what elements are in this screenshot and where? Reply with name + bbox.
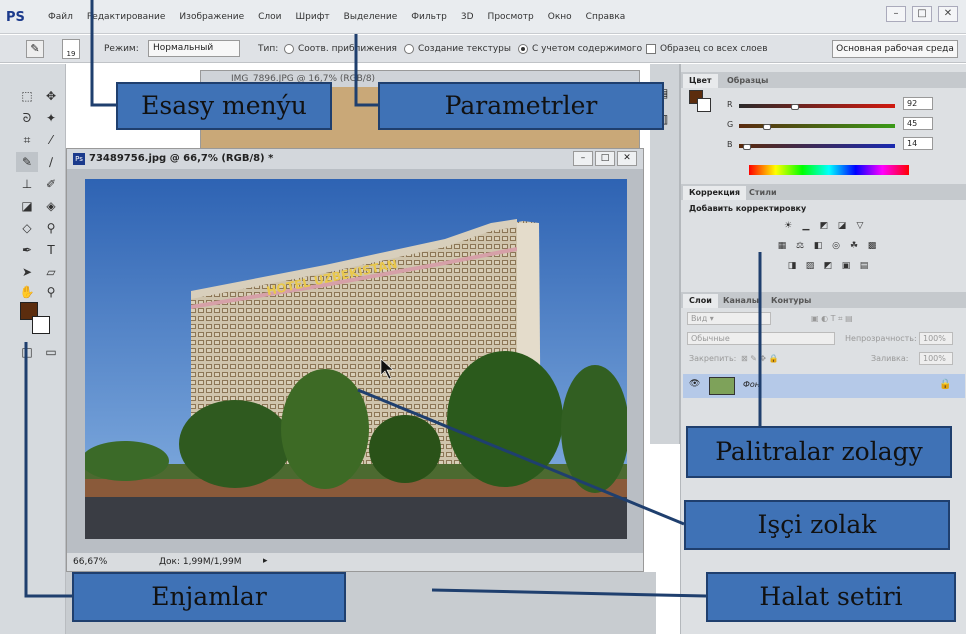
callout-status-bar: Halat setiri xyxy=(706,572,956,622)
callout-workspace: Işçi zolak xyxy=(684,500,950,550)
menu-callout-line xyxy=(90,0,116,107)
options-callout-line xyxy=(354,34,378,107)
callout-panels: Palitralar zolagy xyxy=(686,426,952,478)
canvas-callout-line xyxy=(357,388,685,526)
callout-main-menu: Esasy menýu xyxy=(116,82,332,130)
tools-callout-line xyxy=(24,342,72,598)
callout-options: Parametrler xyxy=(378,82,664,130)
status-callout-line xyxy=(431,588,707,598)
callout-tools: Enjamlar xyxy=(72,572,346,622)
